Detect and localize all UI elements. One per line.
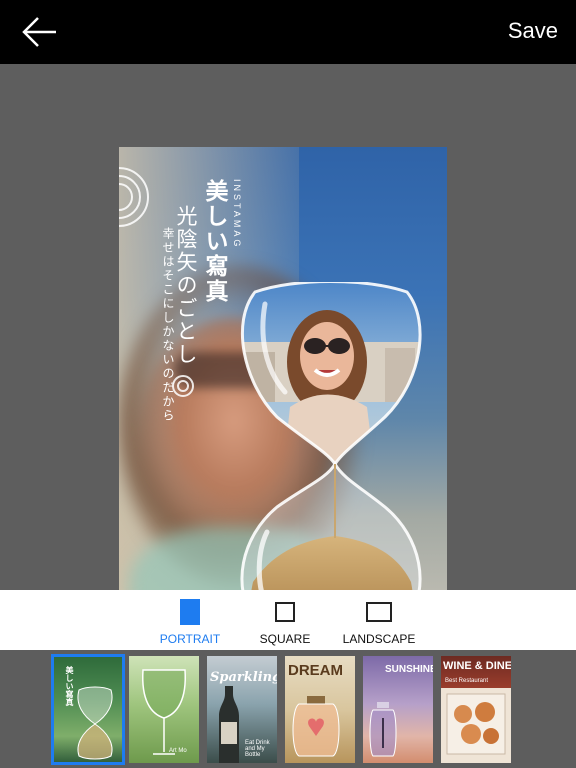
wine-glass-thumb-icon [142, 669, 186, 755]
save-button[interactable]: Save [508, 18, 558, 44]
template-strip: 美しい寫真 Art Mo Sparkling Eat Drink and My … [0, 650, 576, 768]
hourglass-frame[interactable] [235, 282, 425, 640]
poster-preview[interactable]: INSTAMAG 美しい寫真 光陰矢のごとし 幸せはそこにしかないのだから [119, 147, 447, 640]
poster-title: 美しい寫真 [201, 179, 228, 304]
back-button[interactable] [18, 12, 62, 52]
arrow-left-icon [22, 17, 56, 47]
top-bar: Save [0, 0, 576, 64]
food-plate-thumb-icon [446, 693, 506, 755]
landscape-shape-icon [366, 602, 392, 622]
bottle-thumb-icon [369, 702, 397, 757]
portrait-shape-icon [180, 599, 200, 625]
layout-landscape-option[interactable]: LANDSCAPE [319, 590, 439, 650]
jar-thumb-icon [292, 696, 340, 757]
template-caption: Eat Drink and My Bottle [245, 740, 270, 758]
small-ring-icon [177, 380, 189, 392]
template-thumb-wine-dine[interactable]: WINE & DINE Best Restaurant [441, 656, 511, 763]
template-caption: Art Mo [169, 748, 187, 754]
layout-landscape-label: LANDSCAPE [342, 632, 416, 646]
layout-selector: PORTRAIT SQUARE LANDSCAPE [0, 590, 576, 650]
template-thumb-sunshine[interactable]: SUNSHINE [363, 656, 433, 763]
poster-caption: 幸せはそこにしかないのだから [161, 227, 175, 423]
editor-canvas: INSTAMAG 美しい寫真 光陰矢のごとし 幸せはそこにしかないのだから [0, 64, 576, 640]
hourglass-thumb-icon [77, 686, 113, 760]
template-thumb-wine-glass[interactable]: Art Mo [129, 656, 199, 763]
poster-brand: INSTAMAG [232, 179, 242, 250]
template-thumb-hourglass[interactable]: 美しい寫真 [51, 654, 125, 765]
template-thumb-dream[interactable]: DREAM [285, 656, 355, 763]
square-shape-icon [275, 602, 295, 622]
template-thumb-sparkling[interactable]: Sparkling Eat Drink and My Bottle [207, 656, 277, 763]
